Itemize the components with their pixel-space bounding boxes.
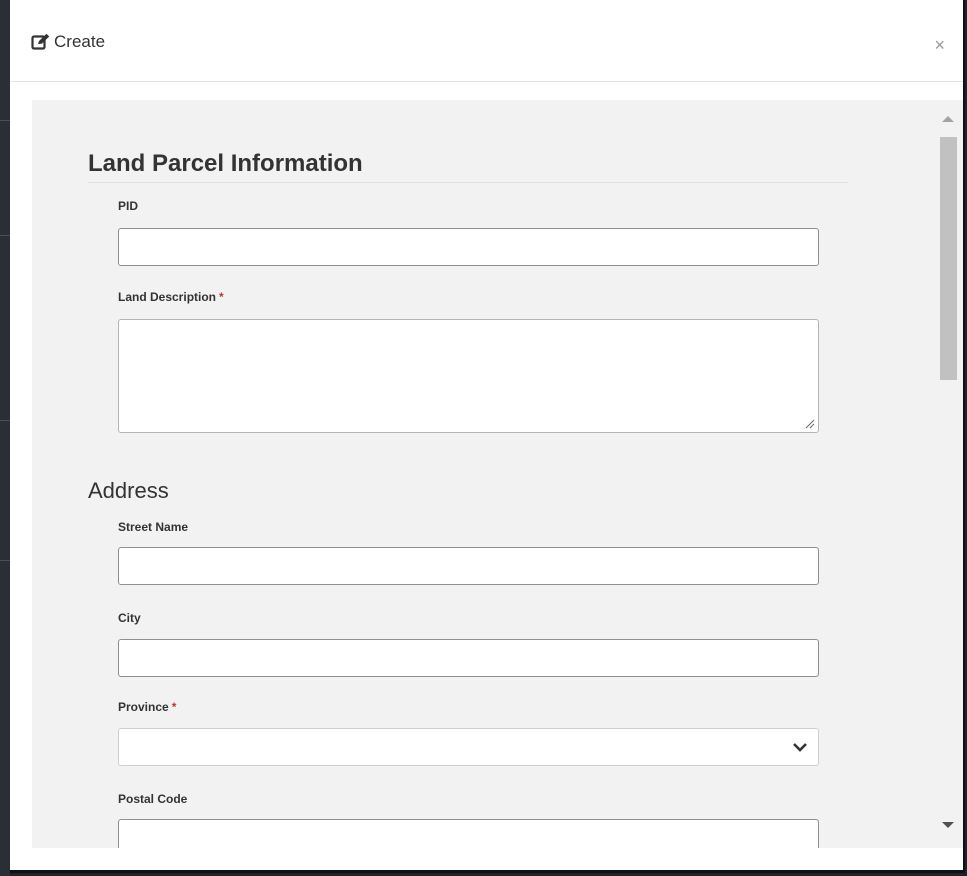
province-label: Province * <box>118 700 176 714</box>
section-divider <box>88 182 848 183</box>
section-title: Land Parcel Information <box>88 150 363 177</box>
pid-label-text: PID <box>118 199 139 213</box>
required-marker: * <box>219 290 224 304</box>
pid-label: PID <box>118 199 138 213</box>
dialog-header: Create × <box>10 0 963 82</box>
scroll-up-arrow-icon[interactable] <box>942 116 954 122</box>
resize-handle-icon[interactable] <box>805 419 815 429</box>
backdrop <box>0 0 10 876</box>
address-section-title: Address <box>88 478 169 503</box>
close-button[interactable]: × <box>934 36 945 54</box>
pid-input[interactable] <box>118 228 819 266</box>
province-select[interactable] <box>118 728 819 766</box>
required-marker: * <box>171 700 177 714</box>
backdrop-stripe <box>0 560 10 561</box>
backdrop-stripe <box>0 235 10 236</box>
street-name-label-text: Street Name <box>118 520 189 534</box>
city-label: City <box>118 611 141 625</box>
province-label-text: Province <box>118 700 169 714</box>
backdrop-stripe <box>0 120 10 121</box>
dialog-body: Land Parcel Information PID Land Descrip… <box>32 100 963 848</box>
street-name-label: Street Name <box>118 520 188 534</box>
land-description-textarea[interactable] <box>118 319 819 433</box>
postal-code-label: Postal Code <box>118 792 187 806</box>
vertical-scrollbar[interactable] <box>933 100 963 848</box>
city-label-text: City <box>118 611 141 625</box>
backdrop-stripe <box>0 420 10 421</box>
scrollbar-thumb[interactable] <box>940 137 957 380</box>
dialog-title-text: Create <box>54 32 106 51</box>
land-description-label-text: Land Description <box>118 290 217 304</box>
postal-code-input[interactable] <box>118 819 819 848</box>
scroll-down-arrow-icon[interactable] <box>942 822 954 828</box>
street-name-input[interactable] <box>118 547 819 585</box>
chevron-down-icon <box>793 743 807 752</box>
create-dialog: Create × Land Parcel Information PID Lan… <box>10 0 965 873</box>
postal-code-label-text: Postal Code <box>118 792 188 806</box>
city-input[interactable] <box>118 639 819 677</box>
edit-icon <box>31 33 50 50</box>
land-description-label: Land Description * <box>118 290 224 304</box>
dialog-title: Create <box>31 32 105 52</box>
